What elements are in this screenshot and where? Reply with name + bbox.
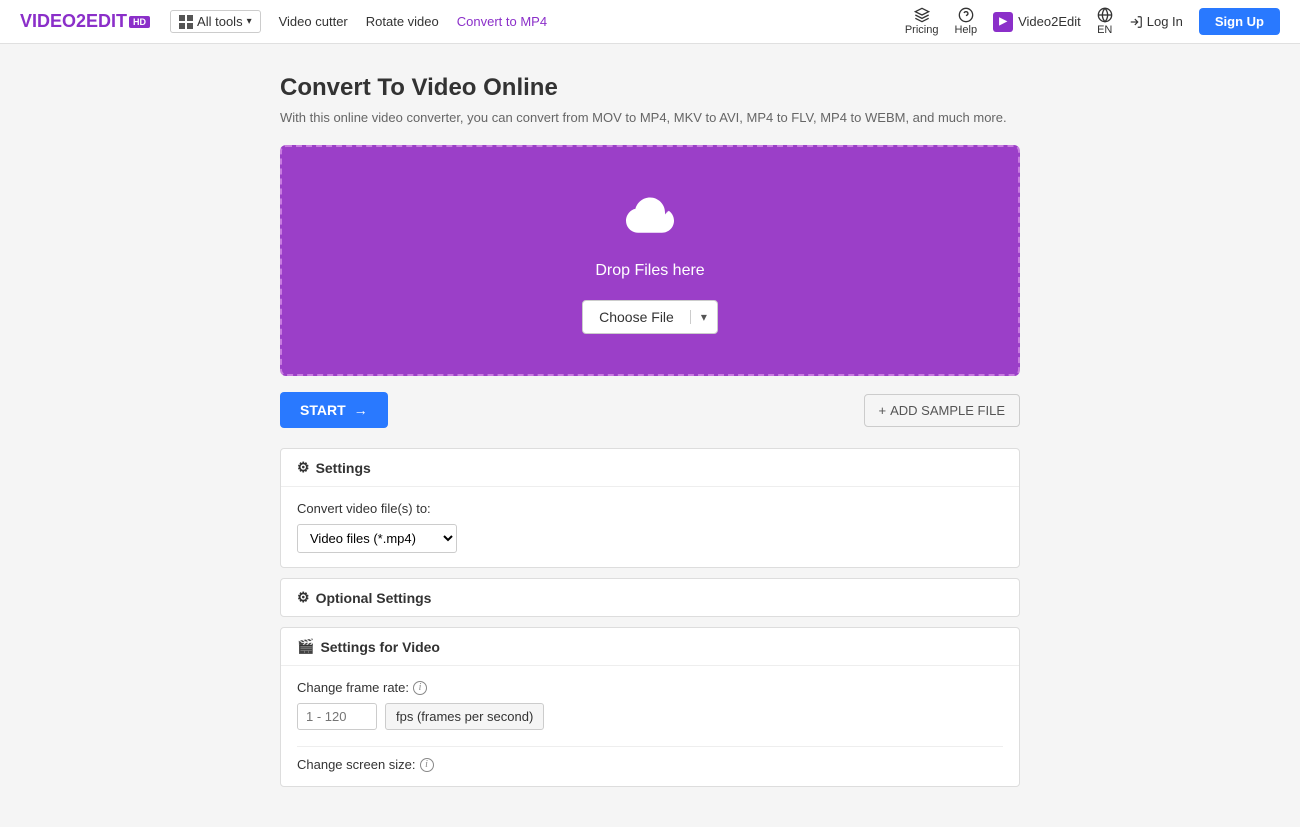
format-select[interactable]: Video files (*.mp4) Video files (*.avi) …: [297, 524, 457, 553]
fps-unit: fps (frames per second): [385, 703, 544, 730]
choose-file-label: Choose File: [583, 309, 690, 325]
add-sample-label: ADD SAMPLE FILE: [890, 403, 1005, 418]
video2edit-label: Video2Edit: [1018, 14, 1081, 29]
logo-badge: HD: [129, 16, 150, 28]
optional-settings-header: ⚙ Optional Settings: [281, 579, 1019, 616]
video-settings-title: Settings for Video: [320, 639, 440, 655]
chevron-down-icon: ▾: [247, 16, 252, 27]
screen-size-label: Change screen size: i: [297, 757, 1003, 772]
logo[interactable]: VIDEO2EDIT HD: [20, 11, 150, 32]
nav-right: Pricing Help ▶ Video2Edit EN: [905, 7, 1280, 36]
optional-gear-icon: ⚙: [297, 589, 310, 606]
drop-text: Drop Files here: [595, 262, 704, 280]
grid-icon: [179, 15, 193, 29]
all-tools-label: All tools: [197, 14, 243, 29]
header: VIDEO2EDIT HD All tools ▾ Video cutter R…: [0, 0, 1300, 44]
video-settings-body: Change frame rate: i fps (frames per sec…: [281, 666, 1019, 786]
signup-button[interactable]: Sign Up: [1199, 8, 1280, 35]
screen-size-info-icon[interactable]: i: [420, 758, 434, 772]
optional-settings-panel: ⚙ Optional Settings: [280, 578, 1020, 617]
choose-file-dropdown-icon[interactable]: ▾: [690, 310, 717, 324]
settings-title: Settings: [316, 460, 371, 476]
optional-settings-title: Optional Settings: [316, 590, 432, 606]
upload-area[interactable]: Drop Files here Choose File ▾: [280, 145, 1020, 376]
nav-rotate-video[interactable]: Rotate video: [366, 14, 439, 29]
pricing-button[interactable]: Pricing: [905, 7, 939, 36]
page-title: Convert To Video Online: [280, 74, 1020, 102]
help-icon: [958, 7, 974, 23]
start-label: START: [300, 402, 346, 418]
start-button[interactable]: START →: [280, 392, 388, 428]
film-icon: 🎬: [297, 638, 314, 655]
settings-header: ⚙ Settings: [281, 449, 1019, 487]
logo-text: VIDEO2EDIT: [20, 11, 127, 32]
cloud-upload-svg: [620, 187, 680, 247]
gear-icon: ⚙: [297, 459, 310, 476]
login-label: Log In: [1147, 14, 1183, 29]
video2edit-button[interactable]: ▶ Video2Edit: [993, 12, 1081, 32]
settings-body: Convert video file(s) to: Video files (*…: [281, 487, 1019, 567]
login-button[interactable]: Log In: [1129, 14, 1183, 29]
frame-rate-label: Change frame rate: i: [297, 680, 1003, 695]
globe-icon: [1097, 7, 1113, 23]
video-settings-panel: 🎬 Settings for Video Change frame rate: …: [280, 627, 1020, 787]
fps-row: fps (frames per second): [297, 703, 1003, 730]
pricing-icon: [914, 7, 930, 23]
help-button[interactable]: Help: [954, 7, 977, 36]
video-settings-header: 🎬 Settings for Video: [281, 628, 1019, 666]
divider: [297, 746, 1003, 747]
convert-label: Convert video file(s) to:: [297, 501, 1003, 516]
nav-convert-mp4[interactable]: Convert to MP4: [457, 14, 547, 29]
fps-input[interactable]: [297, 703, 377, 730]
lang-label: EN: [1097, 24, 1112, 36]
settings-panel: ⚙ Settings Convert video file(s) to: Vid…: [280, 448, 1020, 568]
choose-file-button[interactable]: Choose File ▾: [582, 300, 718, 334]
all-tools-button[interactable]: All tools ▾: [170, 10, 261, 33]
action-row: START → + ADD SAMPLE FILE: [280, 392, 1020, 428]
add-sample-plus-icon: +: [879, 403, 887, 418]
login-icon: [1129, 15, 1143, 29]
main-content: Convert To Video Online With this online…: [260, 44, 1040, 827]
language-button[interactable]: EN: [1097, 7, 1113, 36]
screen-size-row: Change screen size: i: [297, 757, 1003, 772]
frame-rate-info-icon[interactable]: i: [413, 681, 427, 695]
video2edit-icon: ▶: [993, 12, 1013, 32]
add-sample-button[interactable]: + ADD SAMPLE FILE: [864, 394, 1020, 427]
nav-video-cutter[interactable]: Video cutter: [279, 14, 348, 29]
page-subtitle: With this online video converter, you ca…: [280, 110, 1020, 125]
start-arrow-icon: →: [354, 402, 368, 418]
upload-icon: [620, 187, 680, 250]
nav-left: All tools ▾ Video cutter Rotate video Co…: [170, 10, 905, 33]
